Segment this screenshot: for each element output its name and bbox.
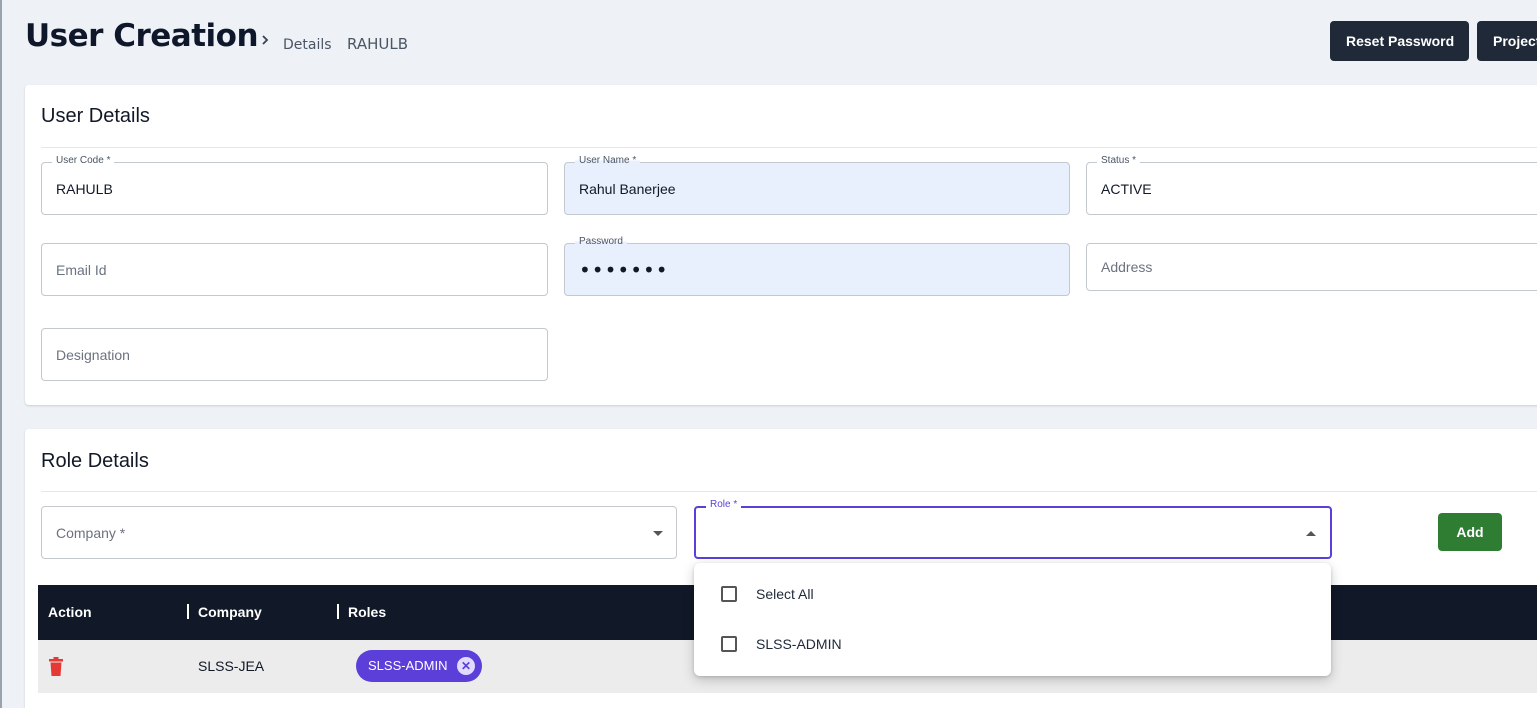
cell-company: SLSS-JEA xyxy=(198,658,265,674)
projects-button[interactable]: Projects xyxy=(1477,21,1537,61)
caret-up-icon[interactable] xyxy=(1306,531,1316,536)
role-chip: SLSS-ADMIN ✕ xyxy=(356,650,482,682)
role-details-title: Role Details xyxy=(41,450,149,472)
user-name-label: User Name * xyxy=(575,155,641,166)
password-value: ••••••• xyxy=(579,257,669,282)
column-header-company: Company xyxy=(198,604,262,620)
window-edge xyxy=(0,0,2,708)
close-icon[interactable]: ✕ xyxy=(457,657,475,675)
checkbox[interactable] xyxy=(721,636,737,652)
caret-down-icon[interactable] xyxy=(653,531,663,536)
user-details-title: User Details xyxy=(41,105,150,127)
role-label: Role * xyxy=(706,499,742,510)
user-details-card: User Details User Code * RAHULB User Nam… xyxy=(25,85,1537,405)
trash-icon[interactable] xyxy=(48,657,64,676)
option-label: SLSS-ADMIN xyxy=(756,636,842,652)
user-code-value: RAHULB xyxy=(56,180,113,197)
user-code-label: User Code * xyxy=(52,155,115,166)
role-dropdown-menu: Select All SLSS-ADMIN xyxy=(694,563,1331,676)
option-select-all[interactable]: Select All xyxy=(694,574,1331,614)
divider xyxy=(41,147,1537,148)
breadcrumb-current: RAHULB xyxy=(347,35,408,53)
role-select[interactable]: Role * xyxy=(694,499,1332,559)
password-field[interactable]: Password ••••••• xyxy=(564,236,1070,296)
status-label: Status * xyxy=(1097,155,1141,166)
user-code-field[interactable]: User Code * RAHULB xyxy=(41,155,548,215)
divider xyxy=(41,491,1537,492)
user-name-value: Rahul Banerjee xyxy=(579,180,676,197)
email-placeholder: Email Id xyxy=(56,261,107,278)
page-header: User Creation Details RAHULB Reset Passw… xyxy=(0,0,1537,84)
designation-field[interactable]: Designation xyxy=(41,328,548,381)
password-label: Password xyxy=(575,236,627,247)
reset-password-button[interactable]: Reset Password xyxy=(1330,21,1469,61)
column-separator[interactable] xyxy=(337,604,339,619)
status-value: ACTIVE xyxy=(1101,180,1152,197)
option-label: Select All xyxy=(756,586,814,602)
role-chip-label: SLSS-ADMIN xyxy=(368,658,448,673)
designation-placeholder: Designation xyxy=(56,346,130,363)
address-field[interactable]: Address xyxy=(1086,243,1537,291)
email-field[interactable]: Email Id xyxy=(41,243,548,296)
chevron-right-icon xyxy=(262,35,269,45)
column-header-roles: Roles xyxy=(348,604,387,620)
company-select[interactable]: Company * xyxy=(41,506,677,559)
page-title: User Creation xyxy=(25,18,259,54)
address-placeholder: Address xyxy=(1101,259,1153,275)
column-separator[interactable] xyxy=(187,604,189,619)
add-role-button[interactable]: Add xyxy=(1438,513,1502,551)
status-field[interactable]: Status * ACTIVE xyxy=(1086,155,1537,215)
checkbox[interactable] xyxy=(721,586,737,602)
option-slss-admin[interactable]: SLSS-ADMIN xyxy=(694,624,1331,664)
column-header-action: Action xyxy=(48,604,92,620)
company-placeholder: Company * xyxy=(56,524,126,541)
breadcrumb-details[interactable]: Details xyxy=(283,37,332,53)
user-name-field[interactable]: User Name * Rahul Banerjee xyxy=(564,155,1070,215)
